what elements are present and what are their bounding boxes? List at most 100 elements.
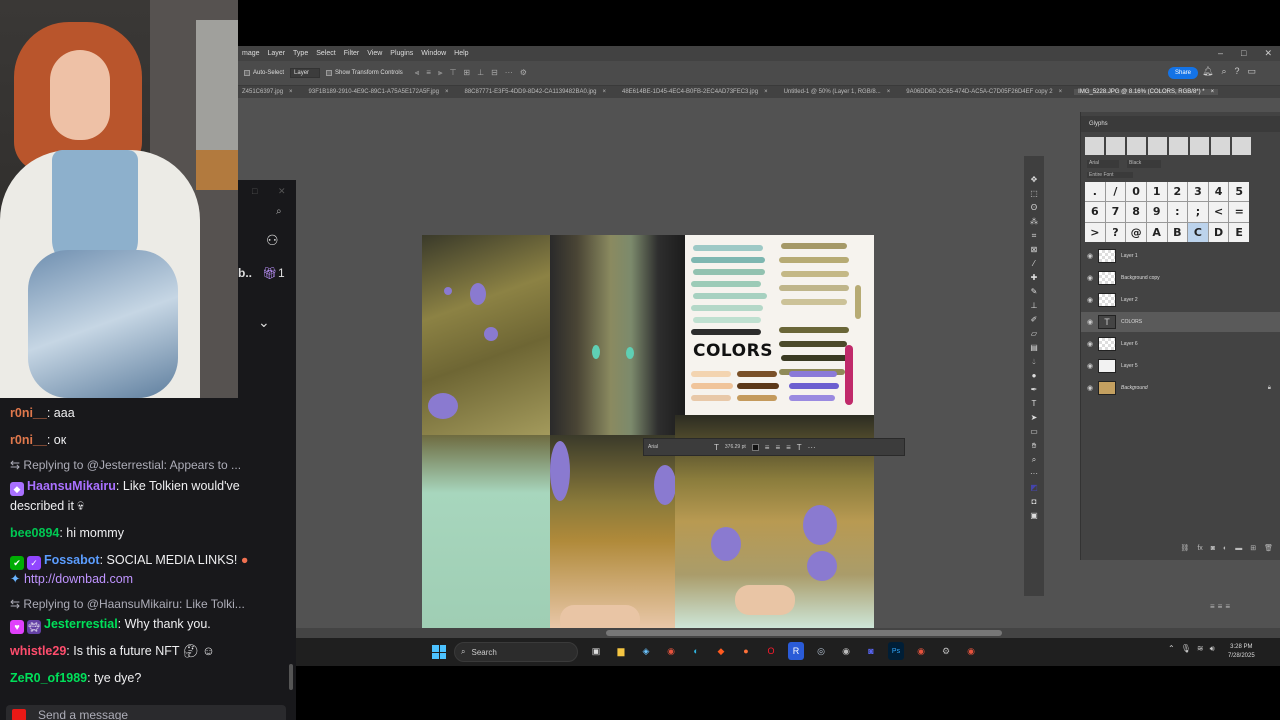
task-view-icon[interactable]: ▣	[588, 642, 604, 660]
restore-icon[interactable]: □	[252, 186, 257, 196]
align-right-icon[interactable]: ≡	[1225, 602, 1230, 611]
chrome-icon[interactable]: ◉	[913, 642, 929, 660]
chat-scrollbar[interactable]	[289, 664, 293, 690]
glyph-cell[interactable]: :	[1167, 202, 1188, 222]
link-icon[interactable]: ⛓︎	[1180, 544, 1189, 552]
align-center-icon[interactable]: ≡	[426, 68, 431, 78]
chat-input[interactable]: Send a message	[6, 705, 286, 720]
reply-context[interactable]: ⇆ Replying to @HaansuMikairu: Like Tolki…	[10, 597, 245, 611]
discord-icon[interactable]: ◙	[863, 642, 879, 660]
menu-plugins[interactable]: Plugins	[386, 50, 417, 57]
glyph-cell[interactable]: D	[1208, 222, 1229, 242]
glyph-font-select[interactable]: Arial	[1087, 160, 1120, 168]
glyph-cell[interactable]: .	[1085, 182, 1105, 202]
glyph-cell[interactable]: 9	[1146, 202, 1167, 222]
layer-row[interactable]: ◉ Background copy	[1081, 268, 1280, 288]
eye-icon[interactable]: ◉	[1087, 296, 1093, 304]
chat-emote-icon[interactable]	[12, 709, 26, 720]
reply-context[interactable]: ⇆ Replying to @Jesterrestial: Appears to…	[10, 458, 241, 472]
glyph-cell[interactable]: 6	[1085, 202, 1105, 222]
layer-row[interactable]: ◉ Layer 1	[1081, 246, 1280, 266]
chat-username[interactable]: r0ni__	[10, 433, 47, 447]
menu-select[interactable]: Select	[312, 50, 339, 57]
maximize-icon[interactable]: □	[1241, 46, 1246, 61]
menu-image[interactable]: mage	[238, 50, 264, 57]
community-icon[interactable]: ⚇	[266, 232, 279, 249]
quick-mask-icon[interactable]: ◘	[1032, 496, 1037, 508]
marquee-tool-icon[interactable]: ⬚	[1030, 188, 1038, 200]
eye-icon[interactable]: ◉	[1087, 318, 1093, 326]
align-top-icon[interactable]: ⊤	[449, 68, 456, 78]
menu-view[interactable]: View	[363, 50, 386, 57]
workspace-icon[interactable]: ▭	[1248, 66, 1257, 77]
menu-layer[interactable]: Layer	[264, 50, 290, 57]
menu-help[interactable]: Help	[450, 50, 472, 57]
screen-mode-icon[interactable]: ▣	[1030, 510, 1038, 522]
settings-icon[interactable]: ⚙	[938, 642, 954, 660]
chrome-icon[interactable]: ◉	[663, 642, 679, 660]
bell-icon[interactable]: 🔔︎	[1202, 66, 1213, 77]
chat-username[interactable]: Fossabot	[44, 553, 100, 567]
firefox-icon[interactable]: ●	[738, 642, 754, 660]
more-icon[interactable]: ···	[505, 68, 513, 78]
layer-row[interactable]: ◉ Layer 5	[1081, 356, 1280, 376]
doc-tab[interactable]: 48E614BE-1D45-4EC4-B0FB-2EC4AD73FEC3.jpg…	[618, 89, 772, 95]
glyph-cell[interactable]: C	[1188, 222, 1208, 242]
brave-icon[interactable]: ◆	[713, 642, 729, 660]
distribute-icon[interactable]: ⊟	[491, 68, 498, 78]
chat-username[interactable]: r0ni__	[10, 406, 47, 420]
steam-icon[interactable]: ◎	[813, 642, 829, 660]
doc-tab[interactable]: 9A06DD6D-2C65-474D-AC5A-C7D05F26D4EF cop…	[902, 89, 1066, 95]
opera-icon[interactable]: O	[763, 642, 779, 660]
healing-tool-icon[interactable]: ✚	[1031, 272, 1038, 284]
close-icon[interactable]: ✕	[1264, 46, 1272, 61]
align-center-icon[interactable]: ≡	[775, 443, 780, 452]
glyph-cell[interactable]: =	[1229, 202, 1249, 222]
glyph-cell[interactable]: B	[1167, 222, 1188, 242]
glyph-cell[interactable]: ;	[1188, 202, 1208, 222]
align-left-icon[interactable]: ⫷	[415, 68, 420, 78]
menu-type[interactable]: Type	[289, 50, 312, 57]
taskbar-clock[interactable]: 3:28 PM 7/28/2025	[1228, 643, 1255, 661]
app-icon[interactable]: ◉	[838, 642, 854, 660]
history-brush-icon[interactable]: ✐	[1031, 314, 1038, 326]
font-select[interactable]: Arial	[648, 444, 658, 450]
taskbar-search[interactable]: ⌕ Search	[454, 642, 578, 662]
chat-username[interactable]: Jesterrestial	[44, 617, 118, 631]
glyph-cell[interactable]: 2	[1167, 182, 1188, 202]
auto-select-checkbox[interactable]: Auto-Select	[244, 70, 284, 76]
glyph-scope-select[interactable]: Entire Font	[1087, 172, 1134, 178]
r-app-icon[interactable]: R	[788, 642, 804, 660]
crop-tool-icon[interactable]: ⌗	[1032, 230, 1037, 242]
trash-icon[interactable]: 🗑︎	[1264, 544, 1273, 552]
search-icon[interactable]: ⌕	[276, 206, 282, 217]
font-size-field[interactable]: 376.29 pt	[725, 444, 746, 450]
align-right-icon[interactable]: ⫸	[438, 68, 443, 78]
eye-icon[interactable]: ◉	[1087, 252, 1093, 260]
eye-icon[interactable]: ◉	[1087, 340, 1093, 348]
gradient-tool-icon[interactable]: ▤	[1030, 342, 1038, 354]
hand-tool-icon[interactable]: ✋︎	[1032, 440, 1037, 452]
gear-icon[interactable]: ⚙	[520, 68, 527, 78]
zoom-tool-icon[interactable]: ⌕	[1032, 454, 1036, 466]
transform-controls-checkbox[interactable]: Show Transform Controls	[326, 70, 403, 76]
glyph-cell[interactable]: 0	[1126, 182, 1146, 202]
more-icon[interactable]: ···	[808, 443, 816, 452]
glyph-cell[interactable]: E	[1229, 222, 1249, 242]
layer-row[interactable]: ◉ Layer 2	[1081, 290, 1280, 310]
edge-icon[interactable]: ◐	[688, 642, 704, 660]
wifi-icon[interactable]: ≋	[1197, 644, 1204, 654]
eye-icon[interactable]: ◉	[1087, 384, 1093, 392]
menu-filter[interactable]: Filter	[340, 50, 364, 57]
horizontal-scrollbar[interactable]	[296, 628, 1280, 638]
new-layer-icon[interactable]: ⊞	[1250, 544, 1256, 552]
document-canvas[interactable]: COLORS	[422, 235, 874, 628]
layer-row[interactable]: ◉ T COLORS	[1081, 312, 1280, 332]
share-button[interactable]: Share	[1168, 67, 1199, 79]
chat-username[interactable]: bee0894	[10, 526, 59, 540]
chevron-down-icon[interactable]: ⌄	[258, 314, 270, 331]
help-icon[interactable]: ?	[1234, 66, 1239, 77]
copilot-icon[interactable]: ◈	[638, 642, 654, 660]
doc-tab[interactable]: 88C87771-E3F5-4DD9-8D42-CA1139482BA0.jpg…	[460, 89, 610, 95]
blur-tool-icon[interactable]: 💧︎	[1032, 356, 1035, 368]
